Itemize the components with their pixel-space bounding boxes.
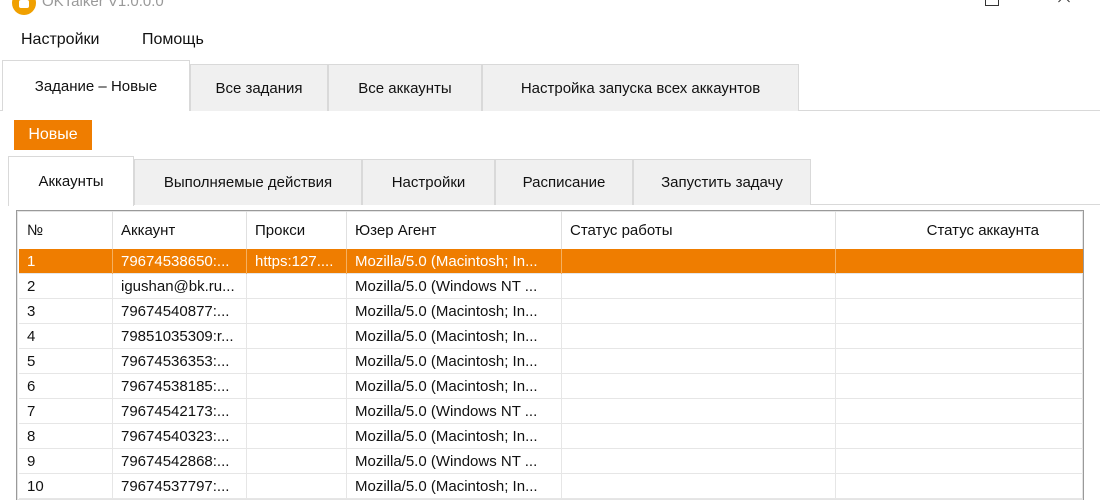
tab-run-task[interactable]: Запустить задачу (633, 159, 811, 205)
cell-account-status (836, 424, 1083, 449)
cell-proxy (247, 299, 347, 324)
table-row[interactable]: 2 igushan@bk.ru... Mozilla/5.0 (Windows NT… (19, 274, 1083, 299)
cell-account-status (836, 474, 1083, 499)
cell-account: 79674540323:... (113, 424, 247, 449)
cell-account: 79674540877:... (113, 299, 247, 324)
table-row[interactable]: 4 79851035309:r... Mozilla/5.0 (Macintosh;… (19, 324, 1083, 349)
cell-account-status (836, 449, 1083, 474)
cell-account: 79674537797:... (113, 474, 247, 499)
cell-work-status (562, 249, 836, 274)
cell-work-status (562, 299, 836, 324)
close-icon[interactable] (1040, 0, 1086, 12)
column-header-work-status[interactable]: Статус работы (562, 211, 836, 249)
cell-number: 7 (19, 399, 113, 424)
cell-proxy (247, 424, 347, 449)
cell-account: igushan@bk.ru... (113, 274, 247, 299)
cell-user-agent: Mozilla/5.0 (Macintosh; In... (347, 324, 562, 349)
cell-account-status (836, 399, 1083, 424)
cell-account: 79674536353:... (113, 349, 247, 374)
tab-all-accounts[interactable]: Все аккаунты (328, 64, 482, 111)
sub-tab-strip: Аккаунты Выполняемые действия Настройки … (0, 156, 1100, 206)
tab-accounts[interactable]: Аккаунты (8, 156, 134, 206)
cell-proxy (247, 349, 347, 374)
cell-number: 3 (19, 299, 113, 324)
cell-work-status (562, 399, 836, 424)
cell-work-status (562, 349, 836, 374)
cell-account: 79674542868:... (113, 449, 247, 474)
cell-number: 10 (19, 474, 113, 499)
task-name-badge: Новые (14, 120, 92, 150)
cell-account-status (836, 324, 1083, 349)
column-header-account-status[interactable]: Статус аккаунта (836, 211, 1083, 249)
cell-proxy (247, 399, 347, 424)
cell-number: 4 (19, 324, 113, 349)
cell-work-status (562, 449, 836, 474)
column-header-proxy[interactable]: Прокси (247, 211, 347, 249)
cell-work-status (562, 374, 836, 399)
cell-user-agent: Mozilla/5.0 (Macintosh; In... (347, 374, 562, 399)
cell-user-agent: Mozilla/5.0 (Macintosh; In... (347, 424, 562, 449)
app-logo-icon (12, 0, 36, 15)
table-row[interactable]: 1 79674538650:... https:127.... Mozilla/5.0… (19, 249, 1083, 274)
tab-launch-settings[interactable]: Настройка запуска всех аккаунтов (482, 64, 799, 111)
cell-proxy (247, 474, 347, 499)
menu-help[interactable]: Помощь (142, 31, 204, 49)
cell-number: 1 (19, 249, 113, 274)
table-row[interactable]: 7 79674542173:... Mozilla/5.0 (Windows NT … (19, 399, 1083, 424)
menu-settings[interactable]: Настройки (21, 31, 99, 49)
cell-user-agent: Mozilla/5.0 (Windows NT ... (347, 399, 562, 424)
cell-work-status (562, 474, 836, 499)
cell-account: 79674542173:... (113, 399, 247, 424)
accounts-grid[interactable]: № Аккаунт Прокси Юзер Агент Статус работ… (16, 210, 1084, 500)
cell-account: 79674538650:... (113, 249, 247, 274)
table-row[interactable]: 10 79674537797:... Mozilla/5.0 (Macintosh;… (19, 474, 1083, 499)
main-tab-strip: Задание – Новые Все задания Все аккаунты… (0, 58, 1100, 111)
cell-number: 8 (19, 424, 113, 449)
tab-schedule[interactable]: Расписание (495, 159, 633, 205)
cell-proxy (247, 274, 347, 299)
tab-all-tasks[interactable]: Все задания (190, 64, 328, 111)
cell-work-status (562, 424, 836, 449)
tab-task-new[interactable]: Задание – Новые (2, 60, 190, 111)
cell-work-status (562, 324, 836, 349)
maximize-icon[interactable] (968, 0, 1014, 12)
table-row[interactable]: 6 79674538185:... Mozilla/5.0 (Macintosh; … (19, 374, 1083, 399)
cell-number: 9 (19, 449, 113, 474)
grid-header: № Аккаунт Прокси Юзер Агент Статус работ… (17, 211, 1083, 249)
table-row[interactable]: 9 79674542868:... Mozilla/5.0 (Windows NT … (19, 449, 1083, 474)
column-header-number[interactable]: № (19, 211, 113, 249)
window-title: OKTalker V1.0.0.0 (42, 0, 164, 10)
cell-user-agent: Mozilla/5.0 (Macintosh; In... (347, 249, 562, 274)
cell-number: 2 (19, 274, 113, 299)
column-header-user-agent[interactable]: Юзер Агент (347, 211, 562, 249)
cell-account-status (836, 299, 1083, 324)
cell-work-status (562, 274, 836, 299)
cell-user-agent: Mozilla/5.0 (Windows NT ... (347, 274, 562, 299)
menu-bar: Настройки Помощь (0, 22, 1100, 58)
cell-account-status (836, 274, 1083, 299)
cell-proxy (247, 374, 347, 399)
table-row[interactable]: 3 79674540877:... Mozilla/5.0 (Macintosh; … (19, 299, 1083, 324)
tab-actions[interactable]: Выполняемые действия (134, 159, 362, 205)
cell-user-agent: Mozilla/5.0 (Macintosh; In... (347, 474, 562, 499)
cell-number: 5 (19, 349, 113, 374)
cell-user-agent: Mozilla/5.0 (Macintosh; In... (347, 299, 562, 324)
cell-user-agent: Mozilla/5.0 (Windows NT ... (347, 449, 562, 474)
cell-proxy (247, 449, 347, 474)
cell-proxy: https:127.... (247, 249, 347, 274)
column-header-account[interactable]: Аккаунт (113, 211, 247, 249)
cell-account-status (836, 349, 1083, 374)
cell-account: 79674538185:... (113, 374, 247, 399)
cell-user-agent: Mozilla/5.0 (Macintosh; In... (347, 349, 562, 374)
cell-number: 6 (19, 374, 113, 399)
cell-account: 79851035309:r... (113, 324, 247, 349)
title-bar: OKTalker V1.0.0.0 (0, 0, 1100, 22)
cell-proxy (247, 324, 347, 349)
cell-account-status (836, 374, 1083, 399)
cell-account-status (836, 249, 1083, 274)
table-row[interactable]: 5 79674536353:... Mozilla/5.0 (Macintosh; … (19, 349, 1083, 374)
table-row[interactable]: 8 79674540323:... Mozilla/5.0 (Macintosh; … (19, 424, 1083, 449)
tab-settings[interactable]: Настройки (362, 159, 495, 205)
